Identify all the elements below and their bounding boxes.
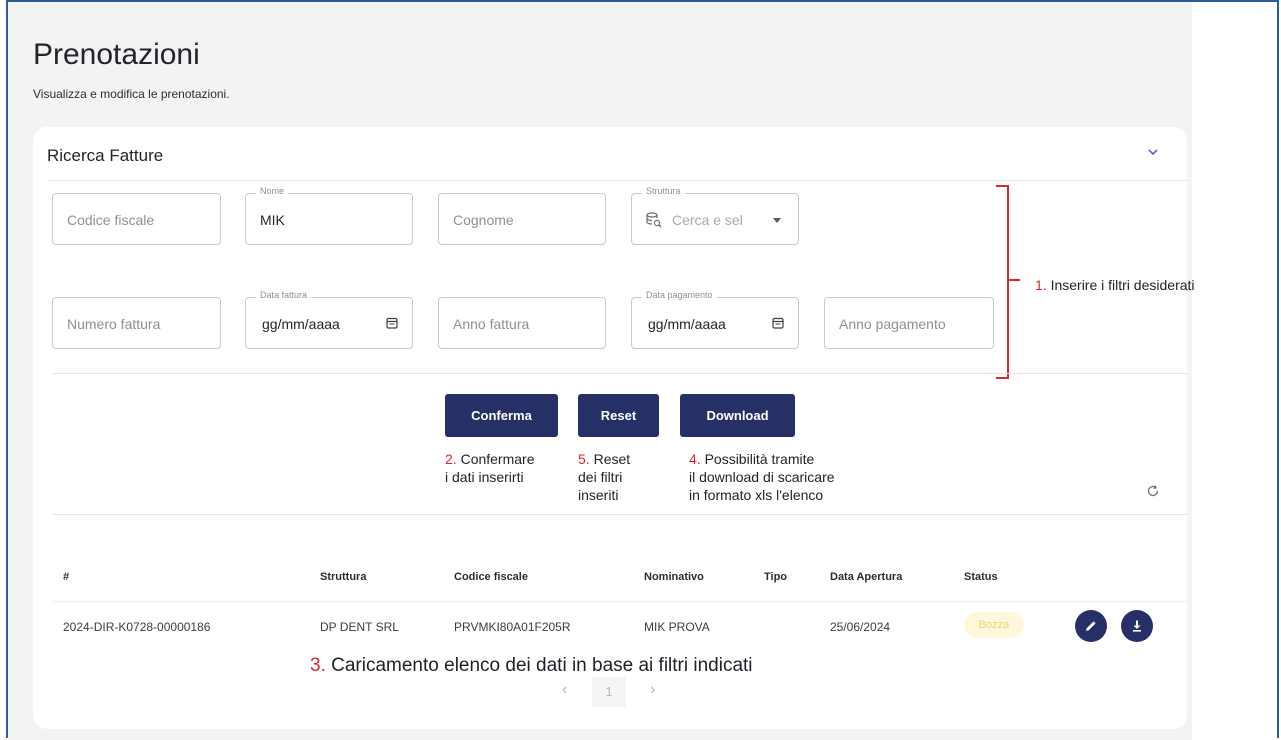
- table-header-id: #: [63, 571, 70, 583]
- annotation-step-1-text: Inserire i filtri desiderati: [1046, 277, 1195, 293]
- pagination-next[interactable]: ›: [650, 681, 655, 699]
- data-fattura-value: gg/mm/aaaa: [262, 316, 340, 332]
- table-cell-nominativo: MIK PROVA: [644, 620, 710, 634]
- annotation-step-4-line3: in formato xls l'elenco: [689, 487, 824, 503]
- annotation-step-5-number: 5.: [578, 451, 590, 467]
- annotation-step-3-number: 3.: [310, 655, 326, 676]
- table-header-nominativo[interactable]: Nominativo: [644, 571, 704, 583]
- page-title: Prenotazioni: [33, 38, 200, 71]
- row-download-button[interactable]: [1121, 610, 1153, 642]
- download-icon: [1133, 620, 1141, 632]
- calendar-icon[interactable]: [386, 317, 398, 329]
- annotation-step-2: 2. Confermare i dati inserirti: [445, 450, 535, 486]
- filters-divider: [52, 373, 1187, 374]
- annotation-step-1: 1. Inserire i filtri desiderati: [1035, 276, 1195, 294]
- table-cell-codice-fiscale: PRVMKI80A01F205R: [454, 620, 571, 634]
- annotation-step-5-line1: Reset: [589, 451, 631, 467]
- refresh-icon[interactable]: [1146, 484, 1160, 498]
- results-divider: [52, 514, 1187, 515]
- nome-value: MIK: [260, 212, 285, 228]
- calendar-icon[interactable]: [772, 317, 784, 329]
- codice-fiscale-field[interactable]: Codice fiscale: [52, 193, 221, 245]
- anno-fattura-field[interactable]: Anno fattura: [438, 297, 606, 349]
- annotation-step-2-number: 2.: [445, 451, 457, 467]
- card-divider: [47, 180, 1187, 181]
- annotation-step-5-line3: inseriti: [578, 487, 619, 503]
- nome-label: Nome: [256, 186, 289, 196]
- cognome-field[interactable]: Cognome: [438, 193, 606, 245]
- annotation-step-4-number: 4.: [689, 451, 701, 467]
- database-search-icon: [646, 212, 662, 228]
- anno-pagamento-field[interactable]: Anno pagamento: [824, 297, 994, 349]
- data-pagamento-value: gg/mm/aaaa: [648, 316, 726, 332]
- annotation-step-2-line1: Confermare: [456, 451, 535, 467]
- edit-button[interactable]: [1075, 610, 1107, 642]
- anno-fattura-placeholder: Anno fattura: [453, 316, 530, 332]
- nome-field[interactable]: Nome MIK: [245, 186, 413, 245]
- annotation-step-3-text: Caricamento elenco dei dati in base ai f…: [325, 655, 753, 676]
- data-fattura-field[interactable]: Data fattura gg/mm/aaaa: [245, 290, 413, 349]
- annotation-step-4-line2: il download di scaricare: [689, 469, 835, 485]
- annotation-step-5: 5. Reset dei filtri inseriti: [578, 450, 630, 504]
- cognome-placeholder: Cognome: [453, 212, 514, 228]
- table-cell-struttura: DP DENT SRL: [320, 620, 399, 634]
- confirm-button[interactable]: Conferma: [445, 394, 558, 437]
- data-pagamento-label: Data pagamento: [642, 290, 717, 300]
- annotation-bracket: [996, 185, 1020, 379]
- struttura-label: Struttura: [642, 186, 685, 196]
- annotation-step-4: 4. Possibilità tramite il download di sc…: [689, 450, 835, 504]
- pencil-icon: [1086, 621, 1096, 631]
- numero-fattura-field[interactable]: Numero fattura: [52, 297, 221, 349]
- table-header-struttura[interactable]: Struttura: [320, 571, 366, 583]
- pagination-prev[interactable]: ‹: [562, 681, 567, 699]
- struttura-placeholder: Cerca e sel: [672, 212, 743, 228]
- table-header-status[interactable]: Status: [964, 571, 998, 583]
- annotation-step-3: 3. Caricamento elenco dei dati in base a…: [310, 655, 753, 677]
- annotation-step-1-number: 1.: [1035, 277, 1047, 293]
- table-header-codice-fiscale[interactable]: Codice fiscale: [454, 571, 528, 583]
- table-header-data-apertura[interactable]: Data Apertura: [830, 571, 902, 583]
- pagination-page[interactable]: 1: [592, 677, 626, 707]
- chevron-down-icon[interactable]: [1146, 146, 1160, 158]
- table-cell-id: 2024-DIR-K0728-00000186: [63, 620, 211, 634]
- annotation-step-2-line2: i dati inserirti: [445, 469, 524, 485]
- search-card-title: Ricerca Fatture: [47, 146, 164, 165]
- struttura-select[interactable]: Struttura Cerca e sel: [631, 186, 799, 245]
- reset-button[interactable]: Reset: [578, 394, 659, 437]
- data-pagamento-field[interactable]: Data pagamento gg/mm/aaaa: [631, 290, 799, 349]
- download-button[interactable]: Download: [680, 394, 795, 437]
- status-badge: Bozza: [964, 612, 1024, 638]
- table-cell-data-apertura: 25/06/2024: [830, 620, 891, 634]
- page-subtitle: Visualizza e modifica le prenotazioni.: [33, 87, 230, 101]
- chevron-down-icon: [773, 218, 781, 223]
- anno-pagamento-placeholder: Anno pagamento: [839, 316, 946, 332]
- codice-fiscale-placeholder: Codice fiscale: [67, 212, 155, 228]
- annotation-step-5-line2: dei filtri: [578, 469, 623, 485]
- data-fattura-label: Data fattura: [256, 290, 312, 300]
- annotation-step-4-line1: Possibilità tramite: [700, 451, 815, 467]
- table-header-tipo[interactable]: Tipo: [764, 571, 787, 583]
- table-header-divider: [52, 601, 1187, 602]
- numero-fattura-placeholder: Numero fattura: [67, 316, 161, 332]
